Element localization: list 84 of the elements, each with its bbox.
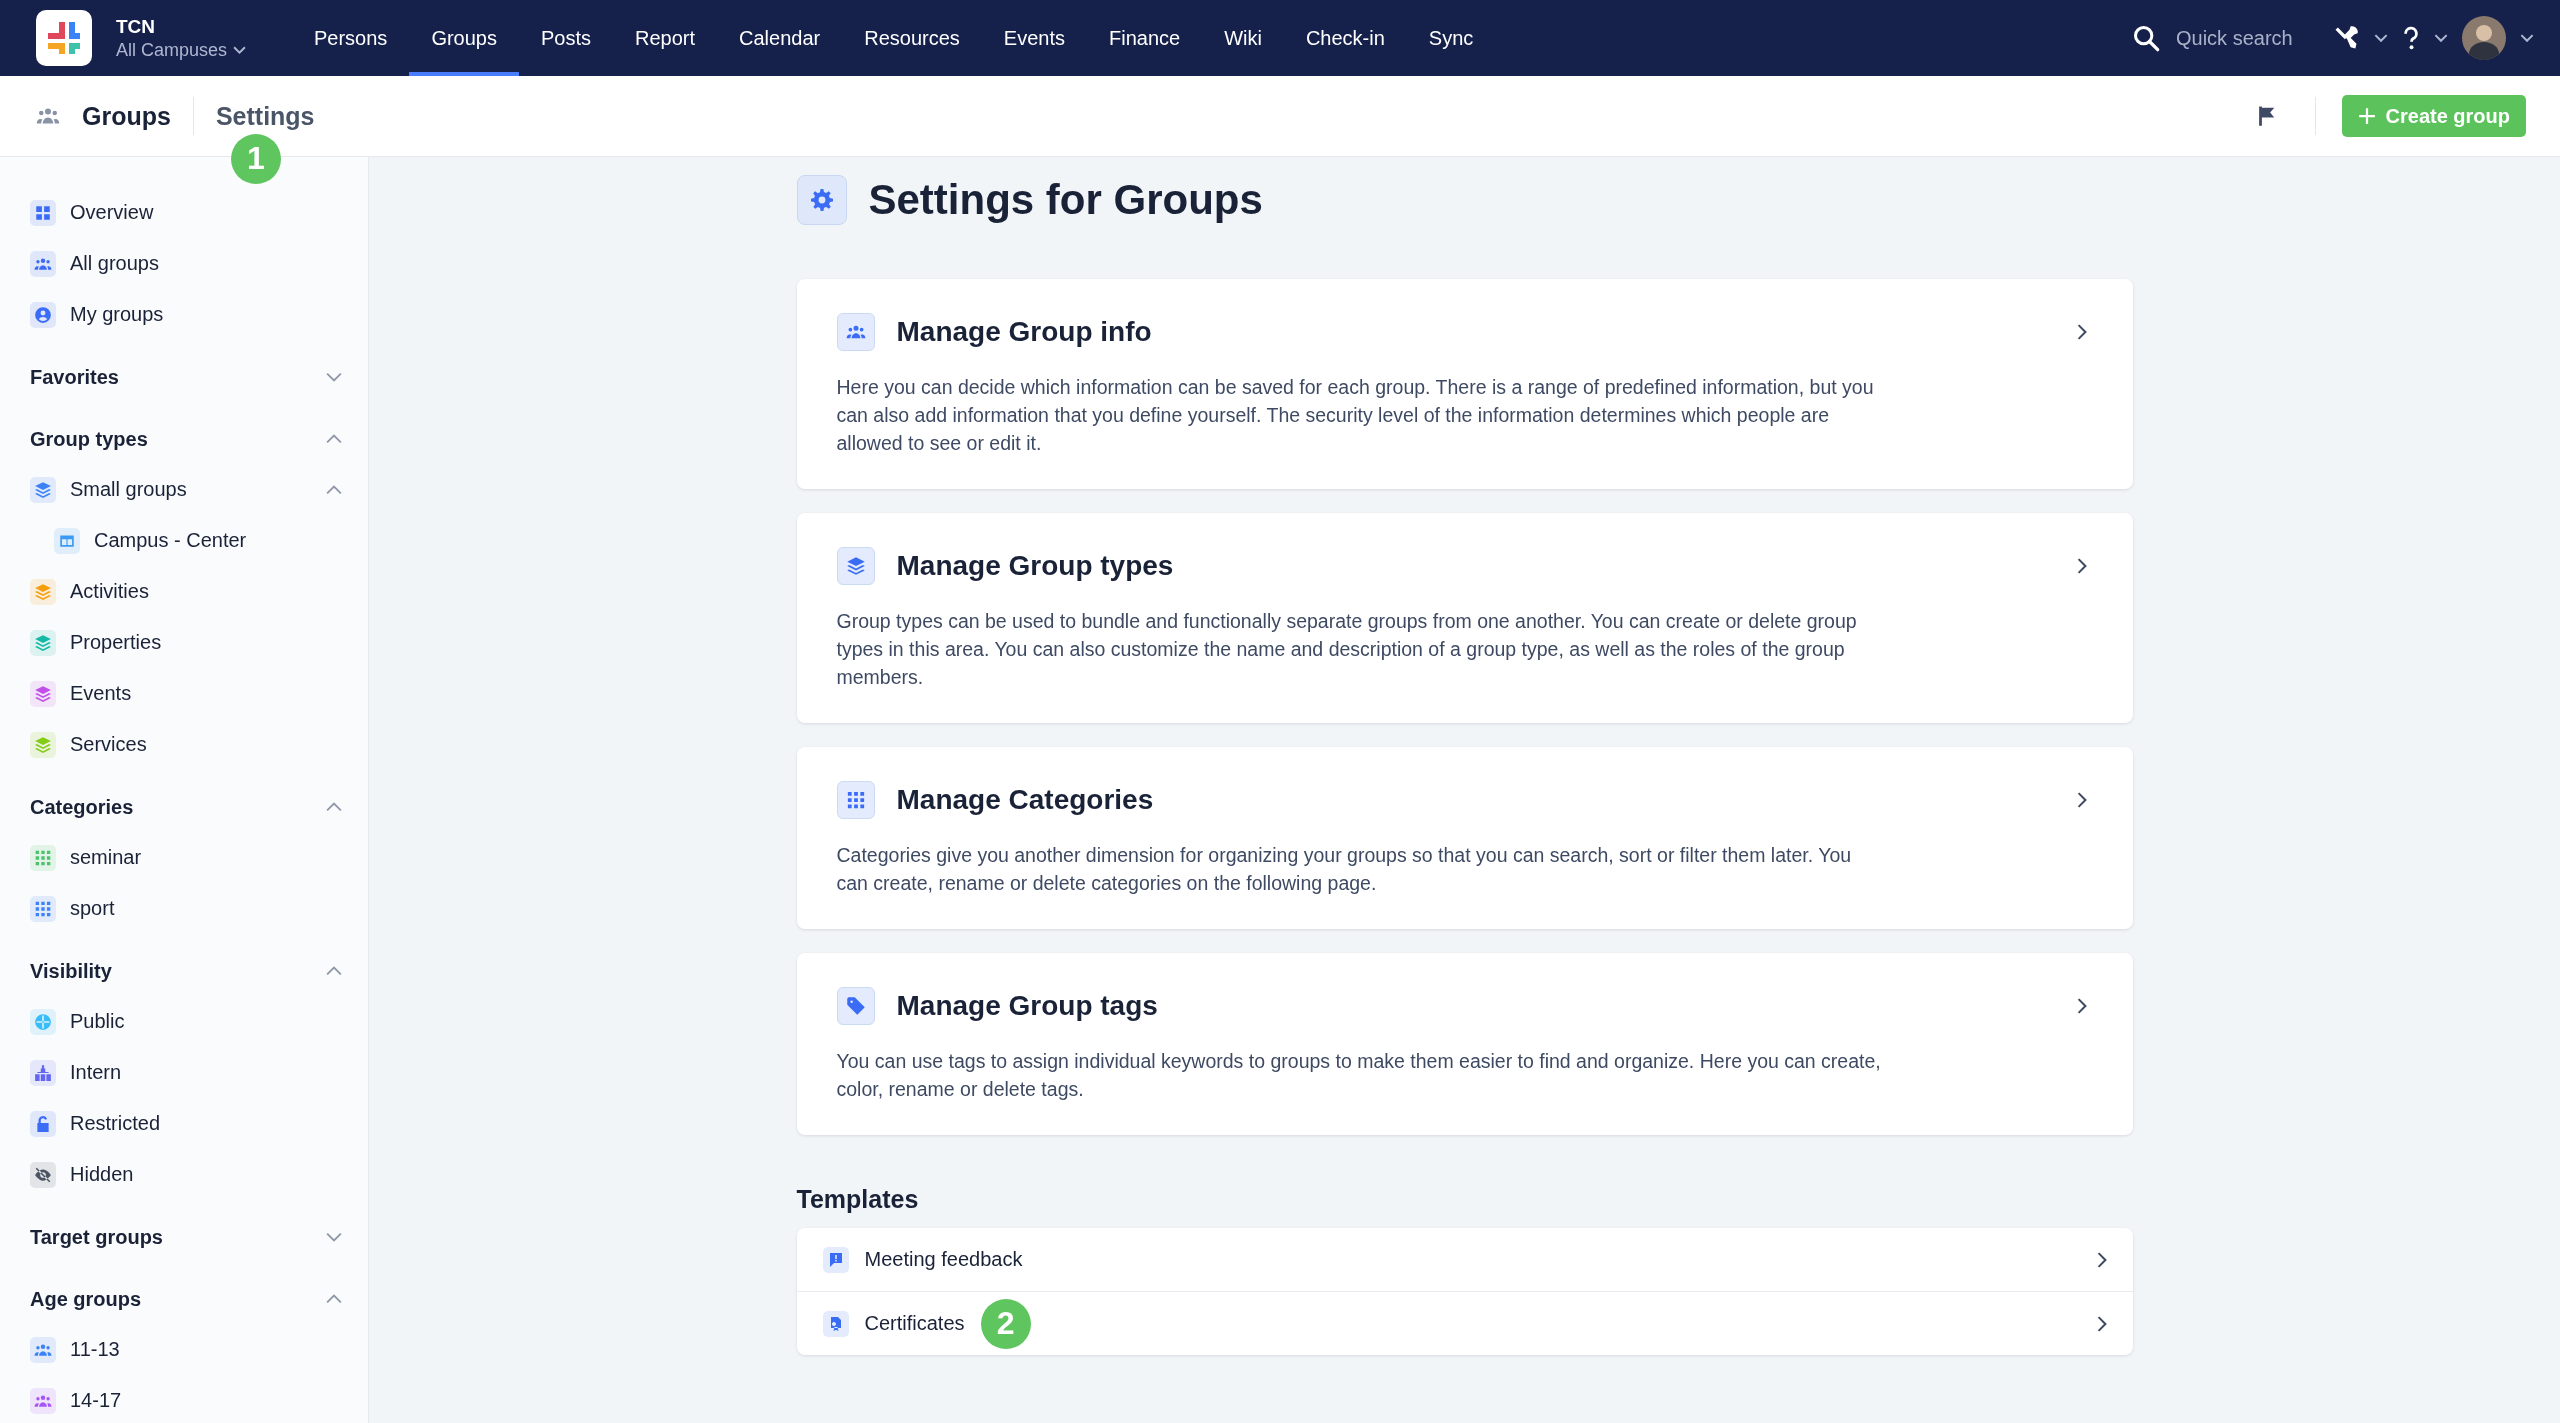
quick-search-field[interactable]: Quick search <box>2174 25 2318 51</box>
campus-selector[interactable]: All Campuses <box>116 39 276 61</box>
organization-name: TCN <box>116 15 157 38</box>
sidebar-item[interactable]: Services <box>70 733 147 756</box>
collapse-icon[interactable] <box>326 802 342 812</box>
help-icon[interactable] <box>2402 25 2420 51</box>
sidebar-item[interactable]: All groups <box>70 252 159 275</box>
chevron-right-icon <box>2096 1315 2107 1332</box>
templates-heading: Templates <box>796 1185 920 1214</box>
avatar[interactable] <box>2462 16 2506 60</box>
sidebar-item[interactable]: 11-13 <box>70 1338 120 1361</box>
settings-card[interactable] <box>796 279 2133 489</box>
sidebar-item[interactable]: Restricted <box>70 1112 161 1135</box>
sidebar-item[interactable]: Activities <box>70 580 149 603</box>
sidebar-section-title[interactable]: Visibility <box>30 959 112 983</box>
nav-tab[interactable]: Check-in <box>1283 0 1407 76</box>
nav-tab[interactable]: Persons <box>292 0 410 76</box>
sidebar-section-title[interactable]: Age groups <box>30 1287 142 1311</box>
caret-icon[interactable] <box>2374 33 2388 43</box>
sidebar-item[interactable]: My groups <box>70 303 164 326</box>
sidebar-item[interactable]: Intern <box>70 1061 122 1084</box>
nav-tab[interactable]: Resources <box>842 0 982 76</box>
step-badge: 2 <box>980 1298 1031 1349</box>
page-heading: Settings for Groups <box>868 176 1263 224</box>
sidebar-item[interactable]: Properties <box>70 631 162 654</box>
plus-icon <box>2357 107 2376 125</box>
settings-card[interactable]: Manage Group tags You can use tags to assign individual keywords to groups to make them easier to find and organize. Here you can create, color, rename or delete tags. <box>796 953 2133 1135</box>
sidebar-section-title[interactable]: Target groups <box>30 1225 163 1249</box>
collapse-icon[interactable] <box>326 966 342 976</box>
sidebar-section-title[interactable]: Categories <box>30 795 134 819</box>
nav-tab[interactable]: Events <box>981 0 1087 76</box>
step-badge: 1 <box>230 133 281 184</box>
caret-icon <box>233 45 247 55</box>
chevron-right-icon <box>2076 558 2087 574</box>
nav-tab[interactable]: Finance <box>1086 0 1203 76</box>
nav-tab[interactable]: Wiki <box>1202 0 1284 76</box>
sidebar-item[interactable]: Public <box>70 1010 125 1033</box>
app-logo[interactable] <box>36 10 92 66</box>
chevron-right-icon <box>2076 998 2087 1014</box>
caret-icon[interactable] <box>2520 33 2534 43</box>
card-description: Here you can decide which information can be saved for each group. There is a range of predefined information, but you can also add information that you define yourself. The security level of the information determines which people are allowed to see or edit it. <box>836 375 1875 456</box>
settings-icon <box>810 189 833 211</box>
settings-card[interactable] <box>796 513 2133 723</box>
sidebar-item[interactable]: seminar <box>70 846 142 869</box>
template-name: Meeting feedback <box>864 1248 1023 1271</box>
card-title: Manage Group info <box>896 316 1152 348</box>
expand-icon[interactable] <box>326 1232 342 1242</box>
sidebar-item[interactable]: Events <box>70 682 132 705</box>
expand-icon[interactable] <box>326 372 342 382</box>
sidebar-item[interactable]: sport <box>70 897 115 920</box>
section-title[interactable]: Groups <box>82 101 171 131</box>
chevron-right-icon <box>2076 324 2087 340</box>
message-icon <box>827 1251 844 1268</box>
dots-grid-icon <box>845 790 866 810</box>
template-row[interactable]: Meeting feedback <box>796 1228 2133 1292</box>
card-title: Manage Categories <box>896 784 1154 816</box>
card-description: Group types can be used to bundle and functionally separate groups from one another. You can create or delete group types in this area. You can also customize the name and description of a group type, as well as the roles of the group members. <box>836 609 1858 690</box>
template-row[interactable]: Certificates 2 <box>796 1292 2133 1355</box>
collapse-icon[interactable] <box>326 1294 342 1304</box>
card-description: You can use tags to assign individual keywords to groups to make them easier to find and organize. Here you can create, color, rename or delete tags. <box>836 1049 1882 1102</box>
nav-tab[interactable]: Report <box>613 0 718 76</box>
sidebar-item[interactable]: Campus - Center <box>94 529 247 552</box>
sidebar-item[interactable]: Overview <box>70 201 154 224</box>
collapse-icon[interactable] <box>326 434 342 444</box>
caret-icon[interactable] <box>2434 33 2448 43</box>
card-title: Manage Group tags <box>896 990 1158 1022</box>
layers-icon <box>845 556 866 576</box>
sidebar-item[interactable]: 14-17 <box>70 1389 122 1412</box>
chevron-right-icon <box>2096 1251 2107 1268</box>
sidebar-section-title[interactable]: Favorites <box>30 365 119 389</box>
search-icon[interactable] <box>2132 24 2160 52</box>
nav-tab[interactable]: Posts <box>518 0 613 76</box>
collapse-icon[interactable] <box>326 484 342 495</box>
card-title: Manage Group types <box>896 550 1174 582</box>
template-name: Certificates <box>864 1312 965 1335</box>
settings-card[interactable]: Manage Categories Categories give you another dimension for organizing your groups so that you can search, sort or filter them later. You can create, rename or delete categories on the following page. <box>796 747 2133 929</box>
chevron-right-icon <box>2076 792 2087 808</box>
tag-icon <box>845 996 866 1016</box>
card-description: Categories give you another dimension for organizing your groups so that you can search, sort or filter them later. You can create, rename or delete categories on the following page. <box>836 843 1853 896</box>
sidebar-item[interactable]: Small groups <box>70 478 187 501</box>
sidebar-item[interactable]: Hidden <box>70 1163 134 1186</box>
nav-tab[interactable]: Calendar <box>717 0 843 76</box>
sidebar-section-title[interactable]: Group types <box>30 427 148 451</box>
nav-tab[interactable]: Sync <box>1406 0 1496 76</box>
